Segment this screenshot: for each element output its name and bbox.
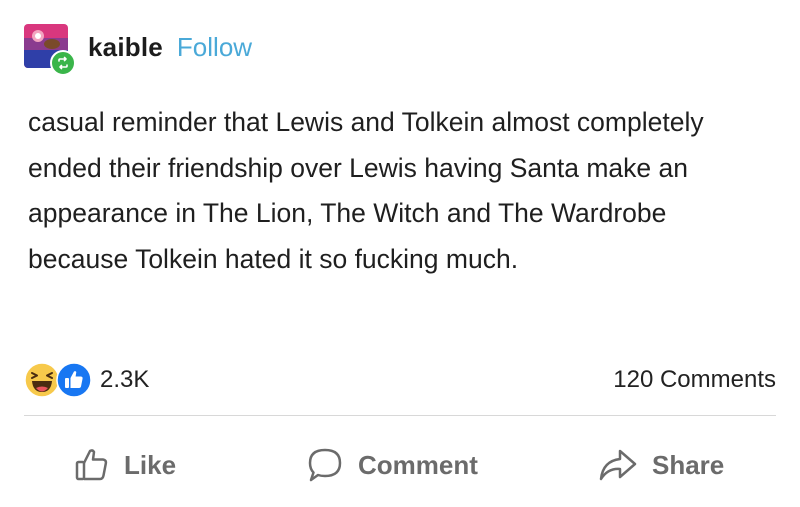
reaction-summary-button[interactable]: 2.3K (24, 360, 149, 400)
like-label: Like (124, 449, 177, 480)
post-header: kaible Follow (24, 20, 252, 76)
comment-label: Comment (358, 449, 478, 480)
post-text: casual reminder that Lewis and Tolkein a… (28, 107, 704, 274)
username-link[interactable]: kaible (88, 32, 163, 63)
comments-count-link[interactable]: 120 Comments (613, 366, 776, 394)
thumbs-up-icon (75, 449, 108, 481)
share-button[interactable]: Share (598, 440, 724, 490)
follow-button[interactable]: Follow (177, 32, 252, 63)
reaction-count: 2.3K (100, 366, 150, 393)
action-bar: Like Comment Share (24, 440, 776, 490)
comment-icon (308, 448, 342, 482)
like-button[interactable]: Like (74, 440, 176, 490)
share-label: Share (652, 449, 725, 480)
share-arrow-icon (599, 449, 637, 481)
reactions-summary: 2.3K 120 Comments (24, 360, 776, 400)
like-reaction-icon (56, 362, 92, 398)
reaction-icons (24, 360, 104, 400)
divider (24, 415, 776, 416)
comment-button[interactable]: Comment (306, 440, 478, 490)
avatar[interactable] (24, 24, 76, 76)
reblog-icon (50, 50, 76, 76)
haha-icon (24, 362, 60, 398)
